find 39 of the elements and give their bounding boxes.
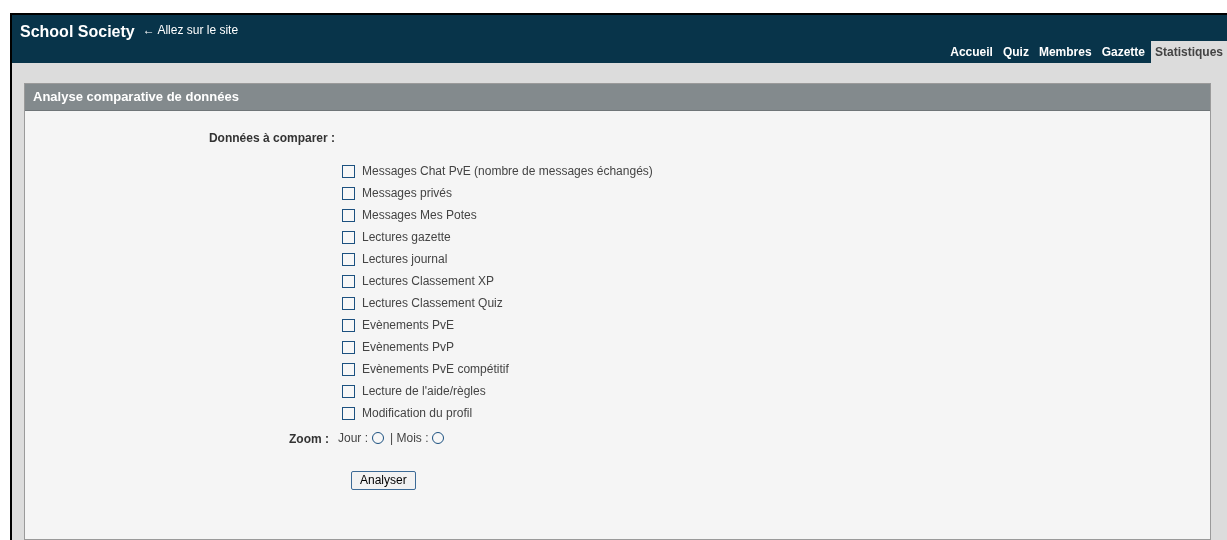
nav-tab[interactable]: Gazette [1097,41,1149,63]
checkbox-label: Lectures Classement Quiz [362,295,503,312]
checkbox[interactable] [342,384,355,398]
checkbox[interactable] [342,362,355,376]
checkbox-label: Lectures gazette [362,229,451,246]
checkbox[interactable] [342,208,355,222]
checkbox[interactable] [342,274,355,288]
checkbox[interactable] [342,252,355,266]
analyze-button[interactable]: Analyser [351,470,416,490]
checkbox-label: Evènements PvE compétitif [362,361,509,378]
checkbox-label: Evènements PvE [362,317,455,334]
nav-tab[interactable]: Membres [1034,41,1096,63]
checkbox-label: Messages Mes Potes [362,207,477,224]
panel-title: Analyse comparative de données [33,88,239,107]
checkbox[interactable] [342,296,355,310]
radio-label: | Mois : [390,430,429,447]
data-label: Données à comparer : [208,131,335,145]
checkbox[interactable] [342,318,355,332]
checkbox-label: Evènements PvP [362,339,455,356]
checkbox[interactable] [342,164,355,178]
site-link[interactable]: ← Allez sur le site [142,22,239,38]
checkbox-label: Lecture de l'aide/règles [362,383,486,400]
nav-tab[interactable]: Statistiques [1151,41,1227,63]
radio-button[interactable] [432,432,445,444]
checkbox[interactable] [342,186,355,200]
checkbox-label: Messages privés [362,185,453,202]
checkbox-label: Messages Chat PvE (nombre de messages échangés) [362,163,653,180]
checkbox-label: Lectures Classement XP [362,273,495,290]
radio-button[interactable] [372,432,384,444]
checkbox[interactable] [342,340,355,354]
checkbox[interactable] [342,406,355,420]
checkbox[interactable] [342,230,355,244]
nav-tab[interactable]: Accueil [946,41,997,63]
checkbox-label: Lectures journal [362,251,448,268]
site-title: School Society [20,22,135,42]
radio-label: Jour : [338,430,368,447]
zoom-label: Zoom : [289,432,329,446]
nav-tab[interactable]: Quiz [998,41,1033,63]
checkbox-label: Modification du profil [362,405,473,422]
